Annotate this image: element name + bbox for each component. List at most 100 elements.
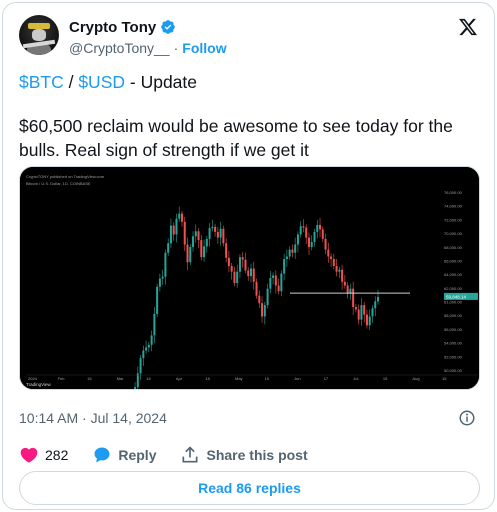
candle-body (205, 238, 208, 247)
x-tick-label: 15 (442, 376, 447, 381)
y-tick-label: 66,000.00 (444, 258, 463, 263)
candle-body (363, 305, 366, 315)
candle-body (216, 231, 219, 238)
like-count: 282 (45, 447, 69, 463)
candle-body (307, 237, 310, 248)
follow-button[interactable]: Follow (182, 40, 226, 56)
candle-body (175, 218, 178, 235)
candle-body (258, 295, 261, 304)
candle-body (266, 288, 269, 306)
candle-body (180, 213, 183, 222)
x-tick-label: 15 (383, 376, 388, 381)
candle-body (194, 231, 197, 237)
tweet-chart-image[interactable]: CryptoTONY published on TradingView.com … (19, 166, 480, 390)
candle-body (296, 234, 299, 245)
candle-body (338, 269, 341, 272)
x-tick-label: Mar (117, 376, 125, 381)
tweet-timestamp[interactable]: 10:14 AM · Jul 14, 2024 (19, 410, 167, 426)
tweet-header: Crypto Tony @CryptoTony__ · Follow (19, 15, 479, 59)
candle-body (374, 301, 377, 309)
candle-body (316, 224, 319, 232)
candle-body (222, 228, 225, 244)
read-replies-button[interactable]: Read 86 replies (19, 471, 480, 505)
cashtag-btc[interactable]: $BTC (19, 72, 64, 92)
candle-body (214, 226, 217, 232)
candle-body (139, 358, 142, 374)
x-tick-label: Feb (58, 376, 66, 381)
candle-body (244, 259, 247, 271)
candle-body (341, 269, 344, 282)
reply-bubble-icon (94, 447, 110, 463)
candle-body (156, 286, 159, 314)
candle-body (189, 247, 192, 263)
candle-body (371, 308, 374, 317)
info-icon[interactable] (458, 409, 476, 427)
candle-body (263, 305, 266, 317)
candle-body (285, 256, 288, 260)
candle-body (236, 271, 239, 284)
candle-body (319, 224, 322, 230)
share-icon (182, 446, 198, 463)
chart-symbol-label: Bitcoin / U.S. Dollar, 1D, COINBASE (26, 181, 91, 186)
candle-body (277, 285, 280, 292)
candle-body (288, 249, 291, 257)
reply-button[interactable]: Reply (92, 445, 156, 465)
separator-dot: · (173, 40, 179, 56)
y-tick-label: 68,000.00 (444, 245, 463, 250)
svg-text:CryptoTONY published on Tradin: CryptoTONY published on TradingView.com (26, 174, 105, 179)
candle-body (238, 257, 241, 272)
author-handle[interactable]: @CryptoTony__ (69, 40, 170, 56)
slash-separator: / (63, 72, 79, 92)
candle-body (230, 265, 233, 272)
candle-body (365, 314, 368, 326)
candle-body (255, 281, 258, 296)
candle-body (147, 344, 150, 348)
candle-body (247, 270, 250, 277)
author-name-row: Crypto Tony (69, 17, 176, 37)
candle-body (377, 296, 379, 302)
y-tick-label: 54,000.00 (444, 341, 463, 346)
candle-body (352, 288, 355, 308)
y-tick-label: 52,000.00 (444, 354, 463, 359)
candle-body (327, 249, 330, 257)
candle-body (291, 249, 294, 253)
y-tick-label: 58,000.00 (444, 313, 463, 318)
tradingview-watermark: TradingView (26, 382, 52, 387)
x-logo-icon[interactable] (457, 17, 479, 37)
x-tick-label: 17 (324, 376, 329, 381)
heart-icon (20, 447, 38, 463)
candle-body (186, 244, 189, 263)
candle-body (203, 246, 206, 258)
candle-body (313, 231, 316, 243)
candle-body (136, 373, 139, 388)
y-tick-label: 72,000.00 (444, 217, 463, 222)
candle-body (335, 265, 338, 272)
x-tick-label: May (235, 376, 243, 381)
candle-body (167, 243, 170, 253)
candle-body (161, 276, 164, 279)
candle-body (153, 313, 156, 336)
share-button[interactable]: Share this post (180, 445, 308, 465)
candle-body (134, 387, 137, 389)
share-label: Share this post (206, 447, 308, 463)
candle-body (183, 221, 186, 245)
last-price-label: 59,848.14 (446, 294, 467, 299)
cashtag-usd[interactable]: $USD (78, 72, 125, 92)
candle-body (310, 242, 313, 248)
candle-body (192, 236, 195, 248)
candle-body (233, 271, 236, 284)
candle-body (360, 305, 363, 320)
x-tick-label: Aug (412, 376, 419, 381)
tweet-text-line1: $BTC / $USD - Update (19, 70, 479, 94)
candle-body (294, 244, 297, 253)
x-tick-label: Apr (176, 376, 183, 381)
candle-body (241, 257, 244, 260)
author-name[interactable]: Crypto Tony (69, 19, 156, 36)
candle-body (145, 347, 148, 351)
candle-body (321, 229, 324, 239)
author-avatar[interactable] (19, 15, 59, 55)
like-button[interactable]: 282 (19, 445, 68, 465)
y-tick-label: 50,000.00 (444, 368, 463, 373)
candle-body (280, 273, 283, 292)
candle-body (332, 259, 335, 266)
